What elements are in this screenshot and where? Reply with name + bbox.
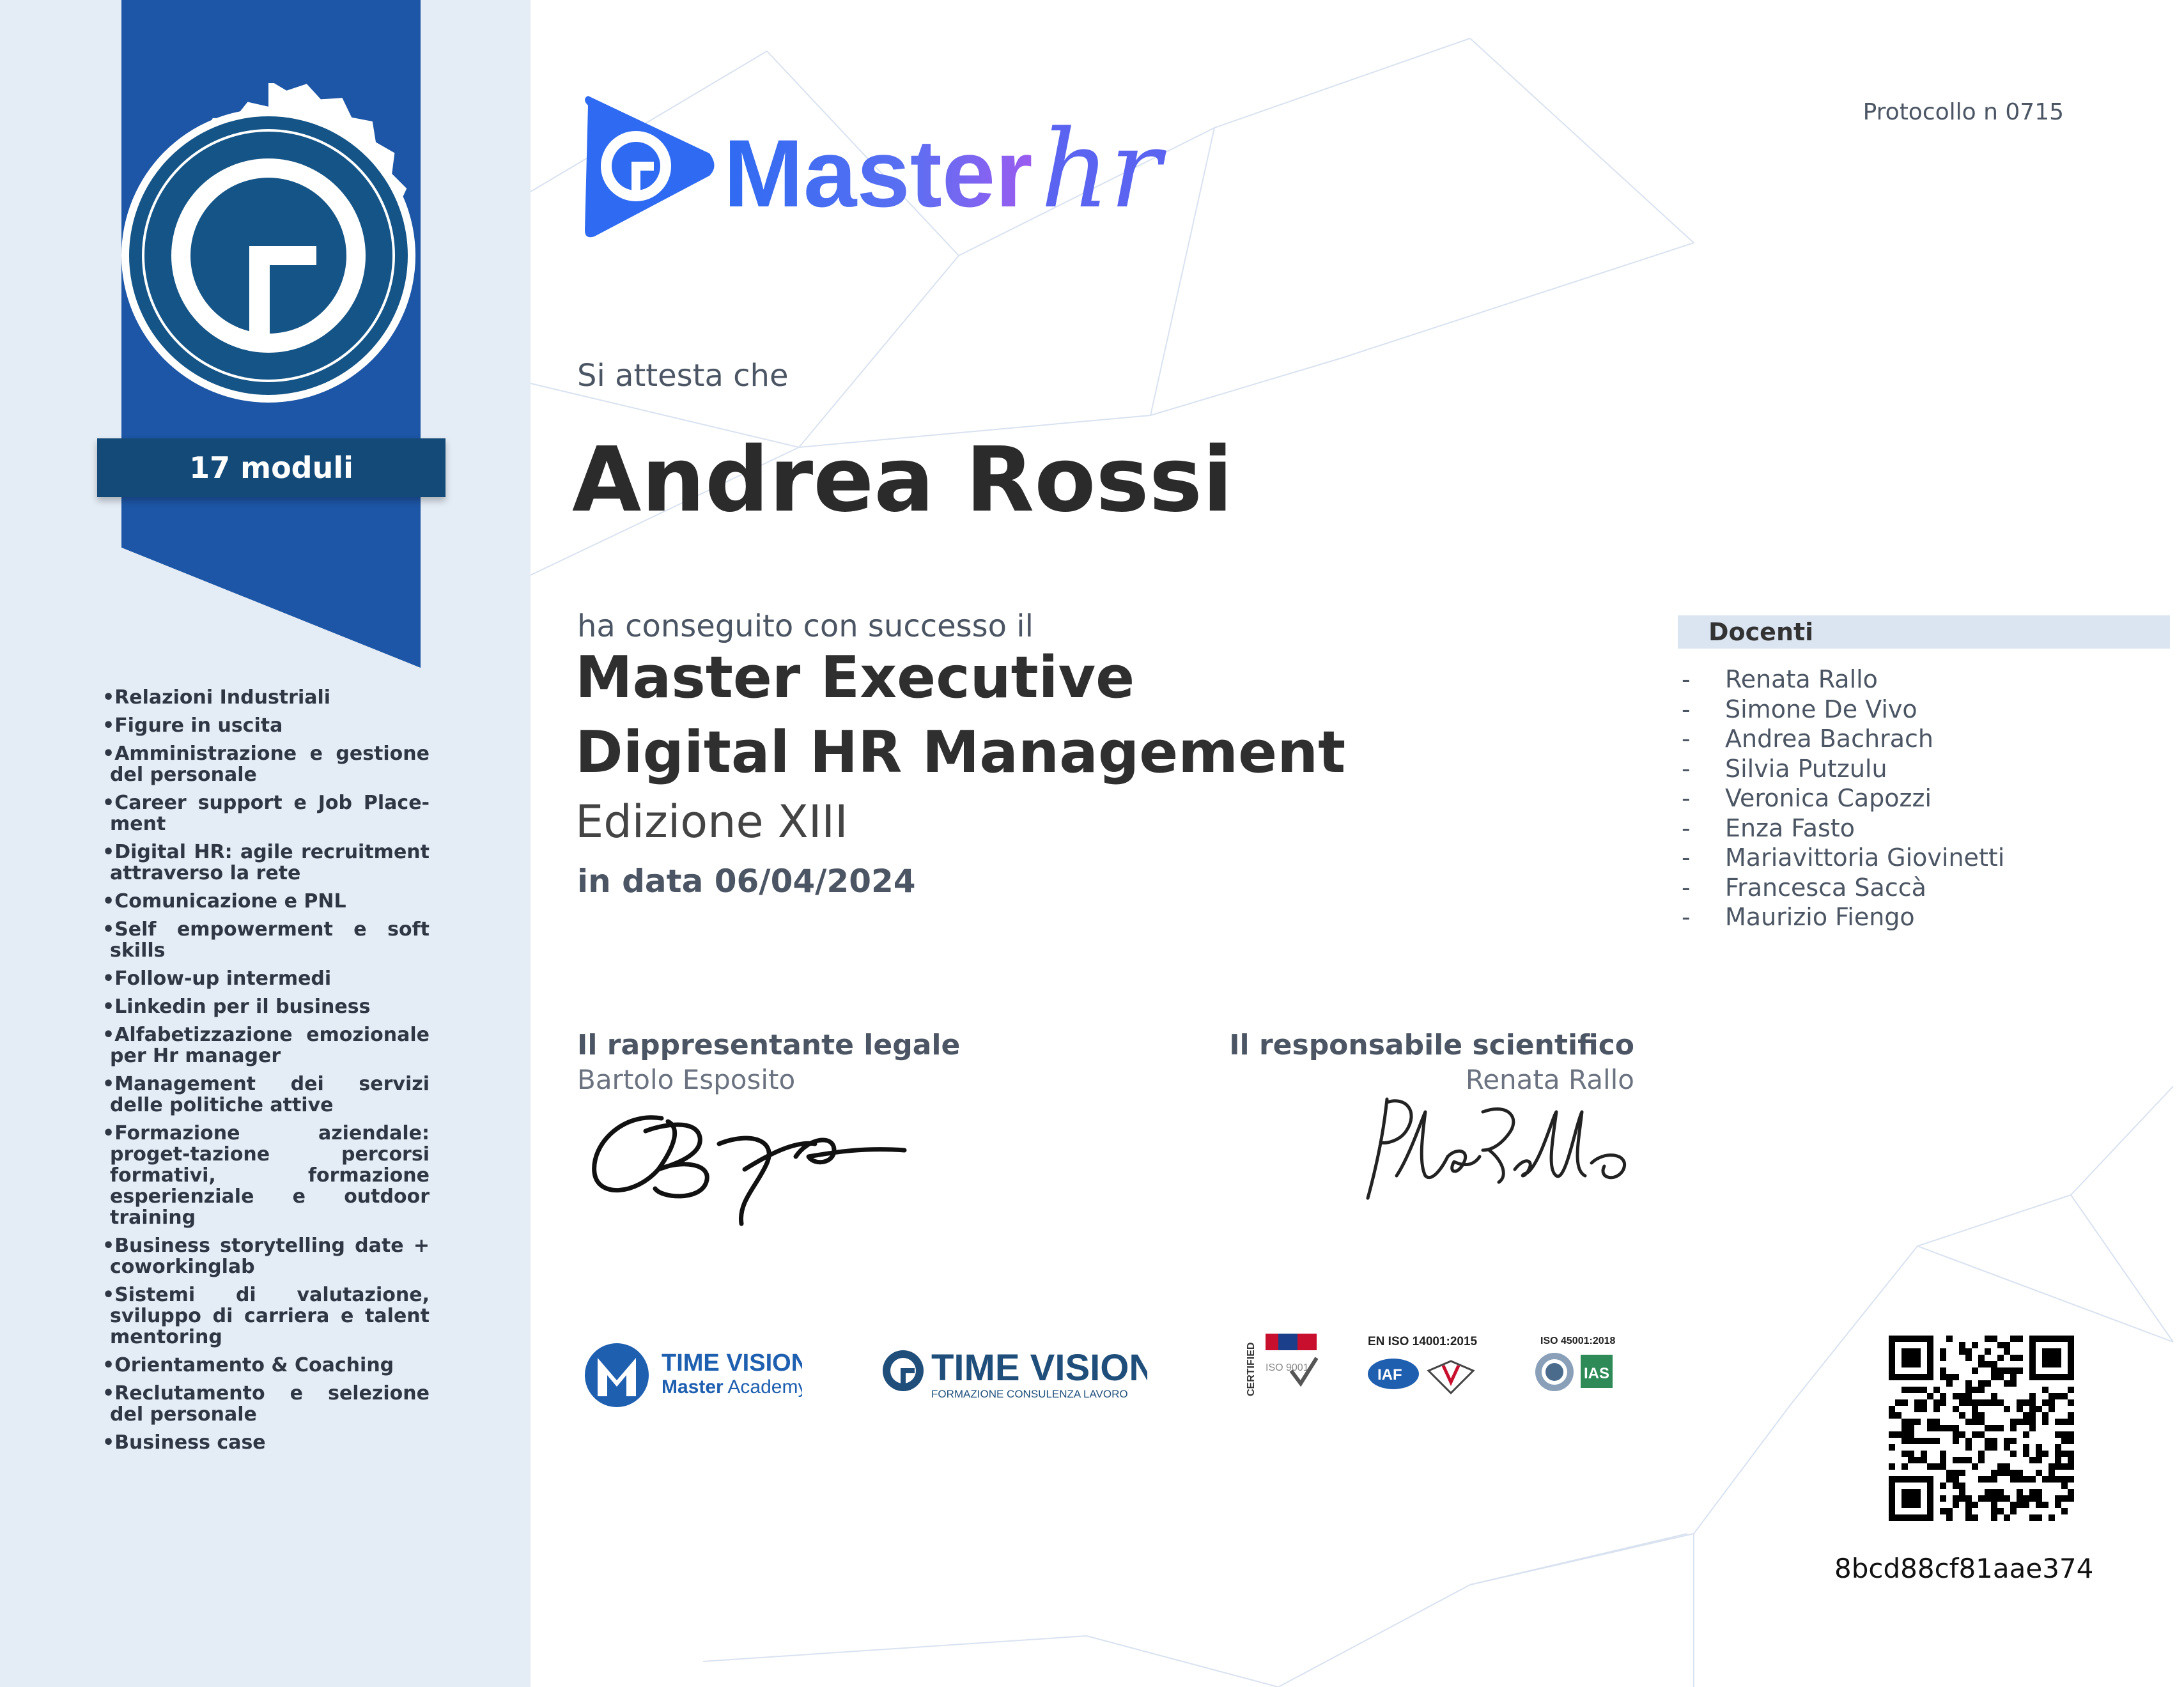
docente-item: Andrea Bachrach [1678, 724, 2004, 754]
edition: Edizione XIII [575, 796, 848, 848]
achieved-text: ha conseguito con successo il [577, 608, 1034, 644]
recipient-name: Andrea Rossi [572, 428, 1234, 532]
module-item: Business case [102, 1432, 430, 1453]
timevision-logo: TIME VISION FORMAZIONE CONSULENZA LAVORO [883, 1347, 1147, 1400]
attest-text: Si attesta che [577, 358, 789, 394]
module-item: Digital HR: agile recruitment attraverso… [102, 842, 430, 884]
module-item: Career support e Job Place-ment [102, 792, 430, 835]
svg-text:CERTIFIED: CERTIFIED [1246, 1343, 1257, 1396]
modules-count-banner: 17 moduli [97, 438, 445, 497]
completion-date: in data 06/04/2024 [577, 863, 916, 900]
svg-text:EN ISO 14001:2015: EN ISO 14001:2015 [1368, 1335, 1478, 1348]
module-item: Business storytelling date + coworkingla… [102, 1235, 430, 1277]
module-item: Self empowerment e soft skills [102, 919, 430, 961]
module-item: Sistemi di valutazione, sviluppo di carr… [102, 1284, 430, 1348]
module-item: Follow-up intermedi [102, 968, 430, 989]
timevision-academy-logo: TIME VISION Master Academy [585, 1343, 802, 1407]
svg-text:IAF: IAF [1377, 1366, 1402, 1383]
svg-text:Master Academy: Master Academy [662, 1376, 802, 1398]
docenti-list: Renata RalloSimone De VivoAndrea Bachrac… [1678, 665, 2004, 932]
docente-item: Renata Rallo [1678, 665, 2004, 695]
docente-item: Maurizio Fiengo [1678, 902, 2004, 932]
svg-text:IAS: IAS [1584, 1365, 1609, 1382]
module-item: Orientamento & Coaching [102, 1355, 430, 1376]
svg-text:FORMAZIONE CONSULENZA LAVORO: FORMAZIONE CONSULENZA LAVORO [931, 1388, 1128, 1400]
svg-text:TIME VISION: TIME VISION [662, 1350, 802, 1376]
module-item: Relazioni Industriali [102, 687, 430, 708]
module-item: Reclutamento e selezione del personale [102, 1383, 430, 1425]
module-item: Comunicazione e PNL [102, 891, 430, 912]
module-list: Relazioni Industriali Figure in uscita Amm… [102, 687, 430, 1460]
svg-text:hr: hr [1041, 107, 1166, 232]
module-item: Figure in uscita [102, 715, 430, 736]
certification-logos: CERTIFIED ISO 9001 EN ISO 14001:2015 IAF… [1246, 1334, 1616, 1396]
verification-code: 8bcd88cf81aae374 [1834, 1553, 2094, 1584]
qr-code[interactable] [1889, 1336, 2074, 1521]
signature-scientific-director [1366, 1097, 1627, 1200]
docenti-header: Docenti [1678, 615, 2170, 649]
module-item: Amministrazione e gestione del personale [102, 743, 430, 785]
docente-item: Mariavittoria Giovinetti [1678, 843, 2004, 873]
course-title-line1: Master Executive [575, 644, 1135, 711]
module-item: Management dei servizi delle politiche a… [102, 1074, 430, 1116]
seal-badge-icon [121, 83, 415, 403]
docente-item: Enza Fasto [1678, 813, 2004, 844]
svg-text:TIME VISION: TIME VISION [931, 1347, 1147, 1389]
legal-rep-name: Bartolo Esposito [577, 1064, 796, 1095]
course-title-line2: Digital HR Management [575, 719, 1346, 786]
svg-text:ISO 45001:2018: ISO 45001:2018 [1540, 1336, 1616, 1346]
module-item: Linkedin per il business [102, 996, 430, 1017]
svg-text:ISO 9001: ISO 9001 [1266, 1362, 1309, 1373]
docente-item: Veronica Capozzi [1678, 783, 2004, 813]
legal-rep-title: Il rappresentante legale [577, 1029, 961, 1061]
docente-item: Simone De Vivo [1678, 695, 2004, 725]
module-item: Alfabetizzazione emozionale per Hr manag… [102, 1024, 430, 1067]
scientific-director-title: Il responsabile scientifico [1229, 1029, 1634, 1061]
module-item: Formazione aziendale: proget-tazione per… [102, 1123, 430, 1228]
protocol-number: Protocollo n 0715 [1863, 99, 2064, 125]
masterhr-logo: Master hr [585, 96, 1166, 238]
svg-text:Master: Master [724, 119, 1033, 227]
signature-legal-rep [592, 1115, 907, 1226]
docente-item: Silvia Putzulu [1678, 754, 2004, 784]
docente-item: Francesca Saccà [1678, 873, 2004, 903]
